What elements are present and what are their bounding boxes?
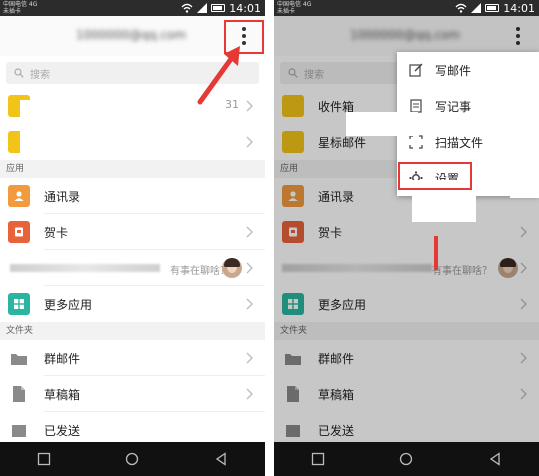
menu-item-compose[interactable]: 写邮件	[397, 52, 539, 88]
carrier-sub: 未插卡	[3, 8, 22, 15]
menu-item-label: 扫描文件	[435, 135, 484, 150]
app-label: 更多应用	[44, 297, 93, 312]
app-more[interactable]: 更多应用	[0, 286, 265, 322]
redaction-block	[20, 100, 100, 158]
app-label: 通讯录	[44, 189, 81, 204]
chevron-right-icon	[246, 352, 253, 364]
signal-icon	[197, 3, 208, 13]
app-card[interactable]: 贺卡	[0, 214, 265, 250]
home-icon[interactable]	[399, 452, 413, 466]
redacted-chat-bar	[10, 264, 160, 272]
navigation-bar	[274, 442, 539, 476]
folder-label: 已发送	[44, 423, 81, 438]
status-bar: 中国电信 4G 未插卡 14:01	[274, 0, 539, 16]
back-icon[interactable]	[214, 452, 228, 466]
navigation-bar	[0, 442, 265, 476]
avatar	[222, 258, 242, 278]
section-header-apps: 应用	[0, 160, 265, 178]
carrier-label: 中国电信 4G 未插卡	[277, 1, 311, 15]
chevron-right-icon	[246, 262, 253, 274]
folder-group-mail[interactable]: 群邮件	[0, 340, 265, 376]
contacts-icon	[8, 185, 30, 207]
carrier-name: 中国电信 4G	[277, 1, 312, 8]
clock: 14:01	[229, 1, 261, 15]
card-icon	[8, 221, 30, 243]
scan-icon	[409, 135, 423, 149]
battery-icon	[211, 4, 226, 12]
wifi-icon	[455, 3, 467, 13]
chevron-right-icon	[246, 388, 253, 400]
carrier-name: 中国电信 4G	[3, 1, 38, 8]
panel-divider	[265, 0, 274, 476]
screen-right: 中国电信 4G 未插卡 14:01 1000000@qq.com 搜索 收件箱 …	[274, 0, 539, 476]
wifi-icon	[181, 3, 193, 13]
menu-item-scan[interactable]: 扫描文件	[397, 124, 539, 160]
status-bar: 中国电信 4G 未插卡 14:01	[0, 0, 265, 16]
section-header-folders: 文件夹	[0, 322, 265, 340]
app-contacts[interactable]: 通讯录	[0, 178, 265, 214]
carrier-sub: 未插卡	[277, 8, 296, 15]
draft-icon	[8, 383, 30, 405]
sent-icon	[8, 419, 30, 441]
screen-left: 中国电信 4G 未插卡 14:01 1000000@qq.com 搜索 收件箱 …	[0, 0, 265, 476]
battery-icon	[485, 4, 500, 12]
chevron-right-icon	[246, 298, 253, 310]
carrier-label: 中国电信 4G 未插卡	[3, 1, 37, 15]
recents-icon[interactable]	[311, 452, 325, 466]
search-icon	[14, 68, 24, 78]
search-placeholder: 搜索	[30, 69, 50, 81]
grid-icon	[8, 293, 30, 315]
back-icon[interactable]	[488, 452, 502, 466]
app-label: 贺卡	[44, 225, 69, 240]
recents-icon[interactable]	[37, 452, 51, 466]
chat-hint: 有事在聊啥？	[170, 266, 230, 277]
home-icon[interactable]	[125, 452, 139, 466]
highlight-box-settings	[398, 162, 472, 190]
app-chat[interactable]: 有事在聊啥？	[0, 250, 265, 286]
folder-label: 草稿箱	[44, 387, 81, 402]
clock: 14:01	[503, 1, 535, 15]
chevron-right-icon	[246, 136, 253, 148]
signal-icon	[471, 3, 482, 13]
compose-icon	[409, 63, 423, 77]
folder-drafts[interactable]: 草稿箱	[0, 376, 265, 412]
menu-item-label: 写邮件	[435, 63, 472, 78]
group-mail-icon	[8, 347, 30, 369]
annotation-arrow	[197, 46, 240, 105]
annotation-line	[434, 236, 438, 270]
menu-item-label: 写记事	[435, 99, 472, 114]
redaction-block	[510, 178, 539, 198]
note-icon	[410, 99, 422, 113]
status-icons: 14:01	[181, 0, 261, 16]
account-email[interactable]: 1000000@qq.com	[66, 28, 196, 44]
redaction-block	[346, 112, 418, 136]
folder-label: 群邮件	[44, 351, 81, 366]
menu-item-note[interactable]: 写记事	[397, 88, 539, 124]
chevron-right-icon	[246, 226, 253, 238]
status-icons: 14:01	[455, 0, 535, 16]
